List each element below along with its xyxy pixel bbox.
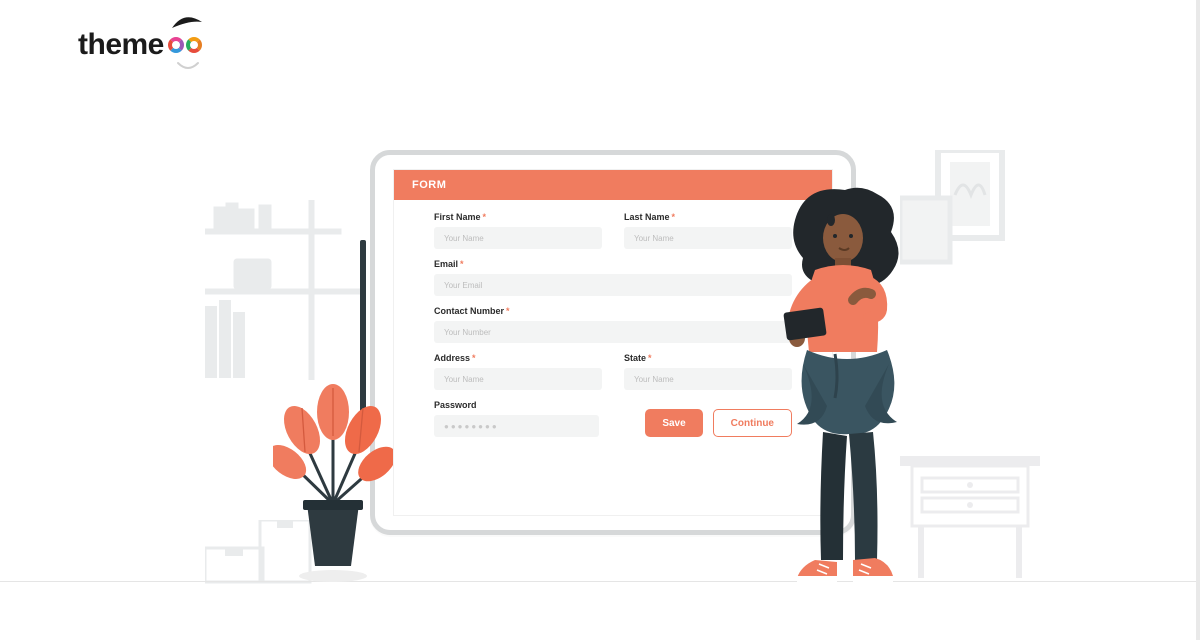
email-field: Email* Your Email [434,259,792,296]
password-input[interactable]: ●●●●●●●● [434,415,599,437]
address-input[interactable]: Your Name [434,368,602,390]
password-field: Password ●●●●●●●● [434,400,599,437]
address-field: Address* Your Name [434,353,602,390]
floor-line [0,581,1200,582]
address-label: Address* [434,353,602,363]
password-label: Password [434,400,599,410]
contact-label: Contact Number* [434,306,792,316]
shelf-icon [205,200,385,380]
plant-illustration [273,354,393,584]
brand-logo: theme [78,28,202,62]
person-illustration [757,182,937,586]
contact-input[interactable]: Your Number [434,321,792,343]
logo-hat-icon [170,14,204,37]
first-name-input[interactable]: Your Name [434,227,602,249]
logo-glasses-icon [168,37,202,53]
contact-field: Contact Number* Your Number [434,306,792,343]
email-input[interactable]: Your Email [434,274,792,296]
logo-smile-icon [176,58,200,76]
save-button[interactable]: Save [645,409,702,437]
image-right-edge [1196,0,1200,640]
first-name-field: First Name* Your Name [434,212,602,249]
first-name-label: First Name* [434,212,602,222]
logo-text: theme [78,28,164,62]
email-label: Email* [434,259,792,269]
